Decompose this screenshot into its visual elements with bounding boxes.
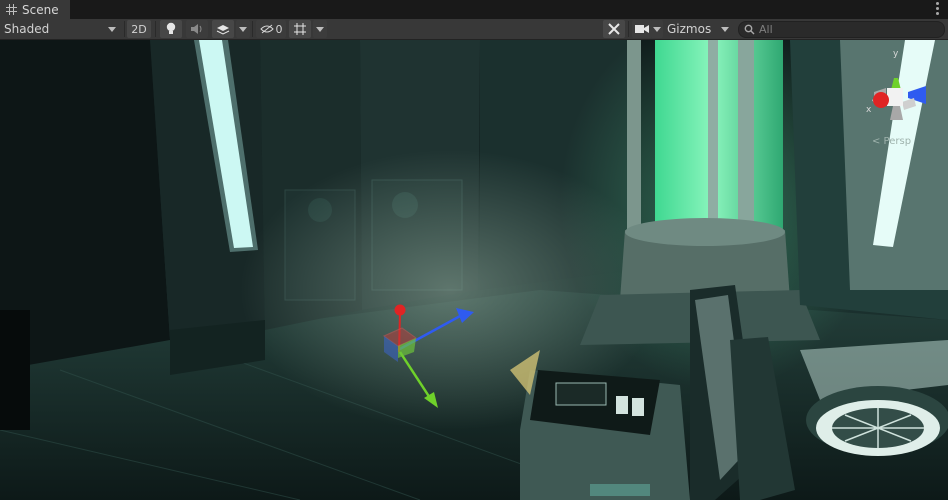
draw-mode-dropdown[interactable]: Shaded [4, 20, 118, 38]
tab-bar: Scene [0, 0, 948, 19]
gizmos-dropdown[interactable]: Gizmos [667, 20, 731, 38]
camera-settings-button[interactable] [632, 20, 652, 38]
speaker-icon [191, 24, 202, 34]
tab-scene[interactable]: Scene [0, 0, 70, 19]
audio-toggle-button[interactable] [186, 20, 208, 38]
scene-toolbar: Shaded 2D 0 Gizmos All [0, 19, 948, 40]
chevron-down-icon [316, 27, 324, 32]
camera-icon [635, 25, 649, 33]
gizmos-label: Gizmos [667, 22, 712, 36]
eye-slash-icon [259, 24, 274, 34]
scene-viewport[interactable]: y x < Persp [0, 40, 948, 500]
scene-render: y x < Persp [0, 40, 948, 500]
effects-button[interactable] [212, 20, 234, 38]
tab-label: Scene [22, 2, 59, 17]
camera-dropdown[interactable] [651, 20, 663, 38]
lightbulb-icon [166, 22, 176, 34]
hidden-count: 0 [275, 22, 283, 36]
grid-snap-icon [294, 23, 306, 35]
hidden-objects-toggle[interactable]: 0 [256, 20, 286, 38]
toggle-2d-button[interactable]: 2D [127, 20, 151, 38]
tools-icon [608, 23, 620, 35]
chevron-down-icon [108, 27, 116, 32]
search-input[interactable] [759, 22, 939, 37]
chevron-down-icon [721, 27, 729, 32]
grid-dropdown[interactable] [313, 20, 327, 38]
search-field[interactable] [738, 21, 945, 38]
search-icon [744, 24, 755, 35]
grid-icon [6, 4, 17, 15]
axis-y-label: y [893, 49, 899, 59]
tools-button[interactable] [603, 20, 625, 38]
draw-mode-value: Shaded [4, 22, 50, 36]
lighting-toggle-button[interactable] [160, 20, 182, 38]
chevron-down-icon [239, 27, 247, 32]
projection-label: < Persp [872, 136, 911, 147]
grid-snap-button[interactable] [289, 20, 311, 38]
layers-icon [216, 25, 230, 35]
effects-dropdown[interactable] [236, 20, 250, 38]
kebab-menu-icon[interactable] [936, 2, 940, 16]
axis-x-label: x [866, 105, 872, 115]
chevron-down-icon [653, 27, 661, 32]
toggle-2d-label: 2D [131, 22, 147, 36]
